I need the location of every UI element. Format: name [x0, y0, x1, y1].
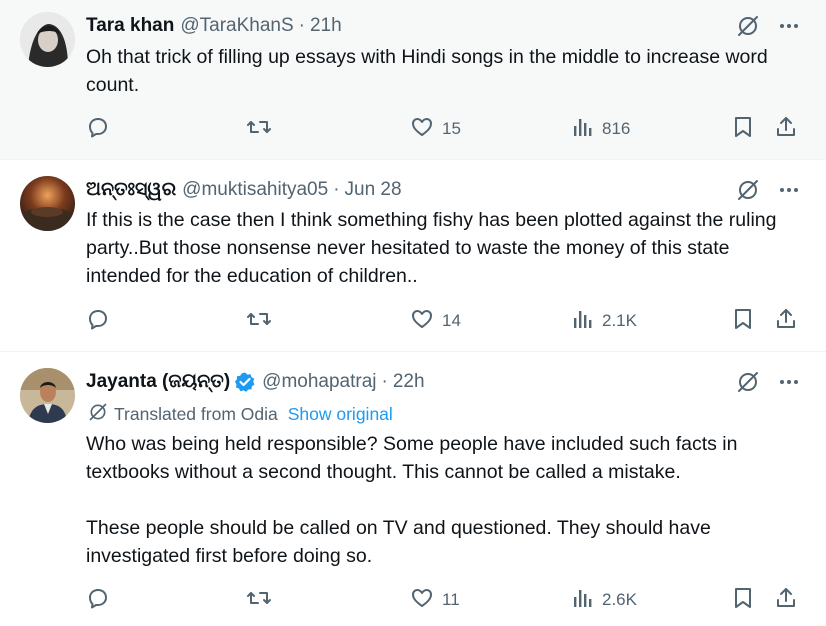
like-button[interactable]: 11 [410, 586, 460, 614]
grok-icon[interactable] [736, 370, 760, 394]
translate-icon [88, 402, 108, 427]
grok-icon[interactable] [736, 14, 760, 38]
tweet-text: If this is the case then I think somethi… [86, 209, 777, 287]
display-name[interactable]: Tara khan [86, 14, 174, 38]
share-button[interactable] [774, 307, 798, 335]
bookmark-button[interactable] [732, 586, 754, 614]
display-name[interactable]: ଅନ୍ତଃସ୍ୱର [86, 178, 176, 202]
tweet-actions: 11 2.6K [86, 586, 806, 614]
views-button[interactable]: 2.1K [572, 307, 637, 335]
tweet-text: Oh that trick of filling up essays with … [86, 46, 768, 96]
like-count: 11 [442, 590, 460, 609]
tweet[interactable]: Jayanta (ଜୟନ୍ତ) @mohapatraj · 22h Transl… [0, 352, 826, 626]
avatar[interactable] [20, 12, 75, 67]
translated-label: Translated from Odia [114, 404, 278, 424]
retweet-icon [246, 586, 272, 615]
tweet-header: Tara khan @TaraKhanS · 21h [86, 14, 342, 38]
share-button[interactable] [774, 586, 798, 614]
retweet-icon [246, 307, 272, 336]
reply-icon [86, 307, 110, 336]
views-button[interactable]: 816 [572, 115, 630, 143]
retweet-button[interactable] [246, 307, 272, 335]
reply-button[interactable] [86, 307, 110, 335]
user-handle[interactable]: @muktisahitya05 [182, 178, 328, 202]
verified-icon [234, 371, 256, 393]
bookmark-icon [732, 586, 754, 615]
share-icon [774, 307, 798, 336]
reply-button[interactable] [86, 115, 110, 143]
like-button[interactable]: 15 [410, 115, 461, 143]
tweet-header: ଅନ୍ତଃସ୍ୱର @muktisahitya05 · Jun 28 [86, 178, 402, 202]
separator-dot: · [298, 15, 305, 36]
bookmark-icon [732, 115, 754, 144]
tweet[interactable]: ଅନ୍ତଃସ୍ୱର @muktisahitya05 · Jun 28 If th… [0, 160, 826, 352]
retweet-button[interactable] [246, 115, 272, 143]
translation-notice: Translated from Odia Show original [88, 402, 393, 427]
more-icon[interactable] [778, 179, 800, 201]
tweet-top-actions [736, 14, 800, 38]
share-icon [774, 115, 798, 144]
tweet-top-actions [736, 370, 800, 394]
tweet-actions: 15 816 [86, 115, 806, 143]
show-original-link[interactable]: Show original [288, 404, 393, 425]
views-count: 816 [602, 119, 631, 138]
timestamp[interactable]: 21h [310, 14, 342, 38]
tweet[interactable]: Tara khan @TaraKhanS · 21h Oh that trick… [0, 0, 826, 160]
separator-dot: · [381, 371, 388, 392]
share-button[interactable] [774, 115, 798, 143]
timeline-feed: Tara khan @TaraKhanS · 21h Oh that trick… [0, 0, 826, 626]
views-button[interactable]: 2.6K [572, 586, 637, 614]
views-icon [572, 587, 594, 614]
share-icon [774, 586, 798, 615]
more-icon[interactable] [778, 15, 800, 37]
reply-icon [86, 586, 110, 615]
views-icon [572, 308, 594, 335]
avatar[interactable] [20, 368, 75, 423]
like-icon [410, 586, 434, 615]
bookmark-button[interactable] [732, 115, 754, 143]
display-name[interactable]: Jayanta (ଜୟନ୍ତ) [86, 370, 230, 394]
timestamp[interactable]: 22h [393, 370, 425, 394]
reply-button[interactable] [86, 586, 110, 614]
tweet-top-actions [736, 178, 800, 202]
tweet-paragraph: These people should be called on TV and … [86, 517, 711, 567]
avatar[interactable] [20, 176, 75, 231]
user-handle[interactable]: @TaraKhanS [180, 14, 293, 38]
tweet-text: Who was being held responsible? Some peo… [86, 430, 806, 570]
tweet-paragraph: Who was being held responsible? Some peo… [86, 433, 738, 483]
timestamp[interactable]: Jun 28 [345, 178, 402, 202]
separator-dot: · [333, 179, 340, 200]
views-icon [572, 116, 594, 143]
like-button[interactable]: 14 [410, 307, 461, 335]
like-count: 14 [442, 311, 461, 330]
more-icon[interactable] [778, 371, 800, 393]
retweet-icon [246, 115, 272, 144]
bookmark-icon [732, 307, 754, 336]
views-count: 2.6K [602, 590, 637, 609]
tweet-header: Jayanta (ଜୟନ୍ତ) @mohapatraj · 22h [86, 370, 425, 394]
reply-icon [86, 115, 110, 144]
tweet-actions: 14 2.1K [86, 307, 806, 335]
user-handle[interactable]: @mohapatraj [262, 370, 376, 394]
grok-icon[interactable] [736, 178, 760, 202]
like-count: 15 [442, 119, 461, 138]
views-count: 2.1K [602, 311, 637, 330]
bookmark-button[interactable] [732, 307, 754, 335]
like-icon [410, 115, 434, 144]
like-icon [410, 307, 434, 336]
retweet-button[interactable] [246, 586, 272, 614]
